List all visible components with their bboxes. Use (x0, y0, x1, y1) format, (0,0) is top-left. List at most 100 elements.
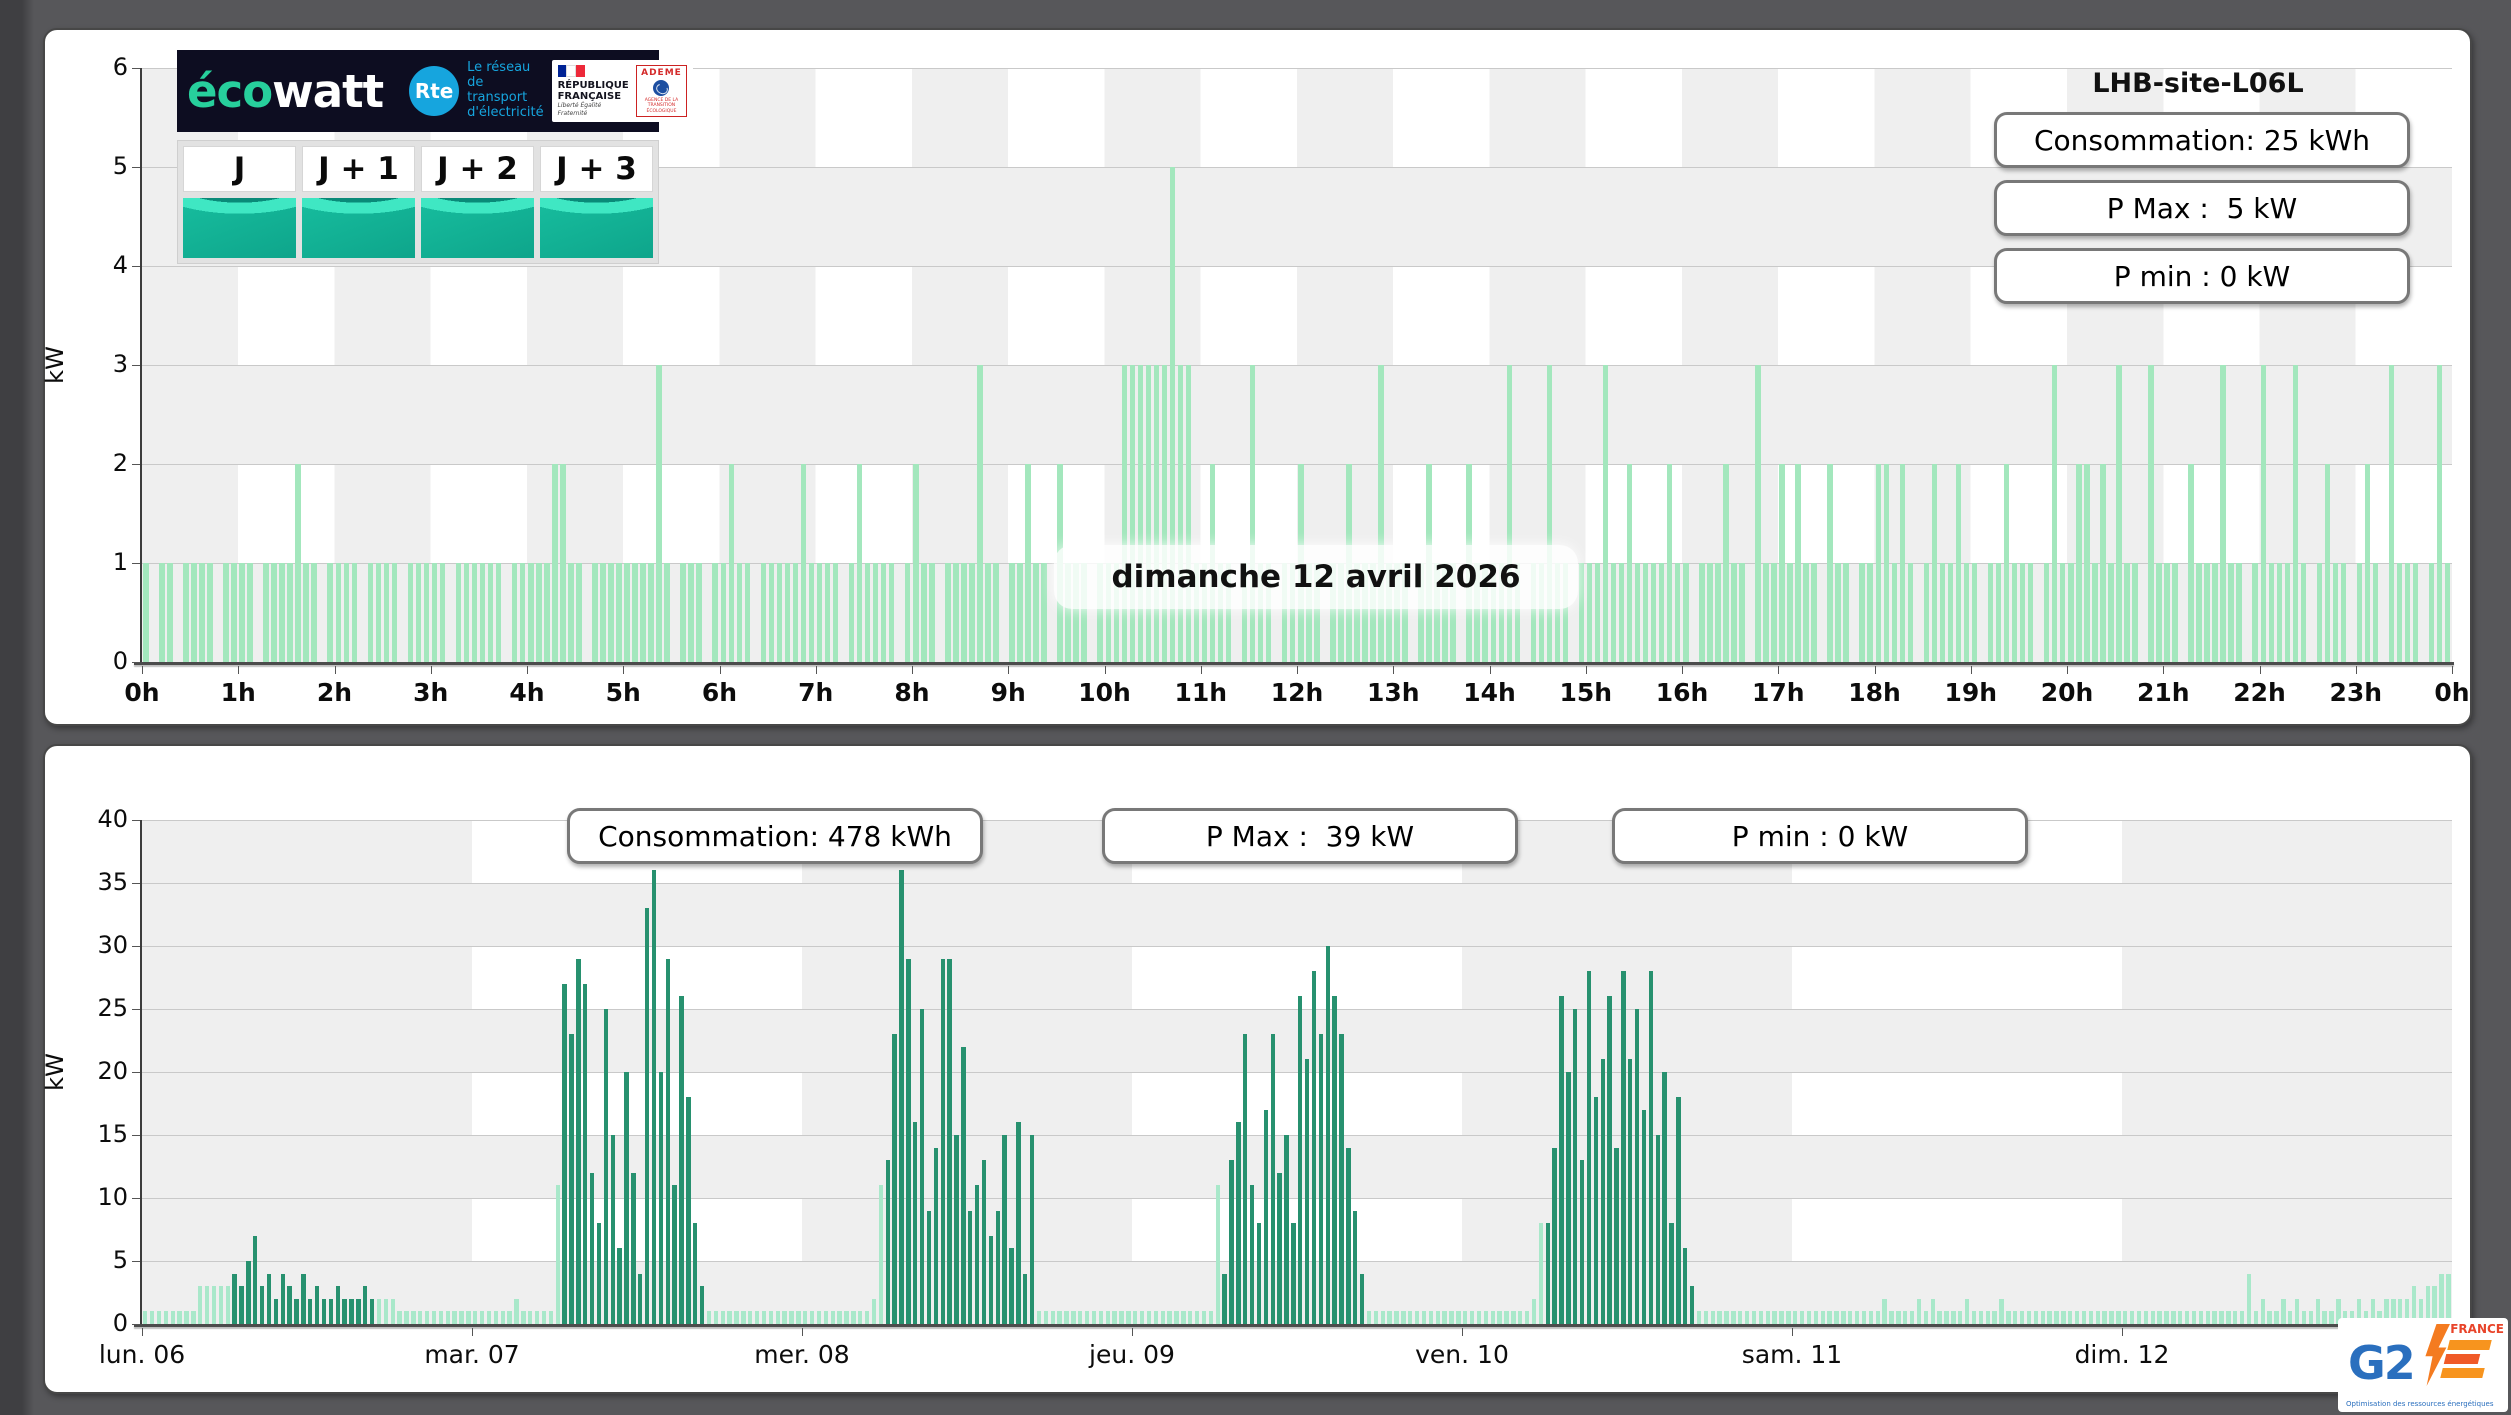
bar (686, 1097, 691, 1324)
y-tick (132, 1324, 140, 1325)
bar (1786, 1311, 1791, 1324)
x-tick-label: 5h (605, 678, 641, 707)
bar (2308, 1311, 2313, 1324)
bar (648, 563, 654, 662)
gridline (142, 1072, 2452, 1073)
bar (1002, 1135, 1007, 1324)
bar (1937, 1311, 1942, 1324)
bar (1552, 1147, 1557, 1324)
bar (945, 563, 951, 662)
bar (2226, 1311, 2231, 1324)
bar (640, 563, 646, 662)
plot-background-row (142, 365, 2452, 464)
x-tick (1585, 666, 1587, 674)
bar (1043, 1311, 1048, 1324)
bar (1428, 1311, 1433, 1324)
x-tick-label: 12h (1270, 678, 1324, 707)
bar (1971, 1311, 1977, 1324)
bar (1875, 1311, 1880, 1324)
x-tick (1489, 666, 1491, 674)
bar (1658, 563, 1665, 662)
bar (2123, 1311, 2128, 1324)
bar (1843, 563, 1849, 662)
bar (1573, 1009, 1578, 1324)
bar (1084, 1311, 1090, 1324)
bar (1827, 1311, 1832, 1324)
bar (1593, 1097, 1598, 1324)
x-tick-label: 10h (1078, 678, 1131, 707)
bar (2446, 1273, 2451, 1324)
bar (1304, 1059, 1310, 1324)
bar (1215, 1185, 1220, 1324)
bar (1731, 563, 1737, 662)
bar (327, 563, 333, 662)
y-tick-label: 0 (112, 647, 128, 675)
bar (2178, 1311, 2183, 1324)
bar (473, 1311, 478, 1324)
ademe-globe-icon (653, 79, 670, 96)
bar (1469, 1311, 1475, 1324)
bar (2233, 1311, 2238, 1324)
ecowatt-logo-eco: éco (187, 64, 273, 118)
x-tick (1297, 666, 1298, 674)
bar (369, 1298, 375, 1324)
bar (776, 563, 783, 662)
bar (1009, 563, 1015, 662)
day-button-j1[interactable]: J + 1 (302, 146, 415, 192)
day-button-j3[interactable]: J + 3 (540, 146, 653, 192)
bar (1985, 1311, 1990, 1324)
bar (1795, 464, 1801, 662)
bar (1146, 1311, 1152, 1324)
bar (311, 563, 317, 662)
bar (463, 563, 470, 662)
bar (589, 1172, 595, 1324)
bar (207, 563, 213, 662)
x-tick (1104, 666, 1106, 674)
bar (367, 563, 374, 662)
bar (159, 563, 165, 662)
bar (892, 1034, 897, 1324)
bar (720, 563, 727, 662)
bar (1208, 1311, 1213, 1324)
bar (2332, 563, 2339, 662)
bar (1923, 563, 1930, 662)
day-button-j[interactable]: J (183, 146, 296, 192)
bar (560, 464, 566, 662)
plot-background-row (142, 946, 2452, 1009)
bar (1497, 1311, 1502, 1324)
bar (2047, 1311, 2052, 1324)
x-tick-label: 18h (1848, 678, 1901, 707)
plot-background-row (142, 1135, 2452, 1198)
bar (308, 1298, 313, 1324)
y-tick (132, 167, 140, 168)
bar (1160, 1311, 1165, 1324)
x-tick-label: 23h (2329, 678, 2383, 707)
bar (1181, 1311, 1186, 1324)
bar (266, 1273, 272, 1324)
x-tick-label: 9h (990, 678, 1026, 707)
bar (699, 1286, 705, 1324)
bar (511, 563, 518, 662)
y-tick-label: 25 (97, 994, 128, 1022)
bar (981, 1160, 987, 1324)
bar (728, 464, 735, 662)
bar (603, 1009, 608, 1324)
bar (375, 563, 382, 662)
bar (744, 563, 751, 662)
x-tick (1200, 666, 1202, 674)
bar (1909, 1311, 1915, 1324)
bar (1793, 1311, 1798, 1324)
x-tick (2452, 666, 2453, 674)
bar (521, 1311, 526, 1324)
rte-logo: Rte (409, 66, 460, 116)
bar (246, 1261, 251, 1324)
y-axis (140, 68, 142, 662)
x-tick-label: 15h (1559, 678, 1613, 707)
bar (1739, 563, 1745, 662)
day-button-j2[interactable]: J + 2 (421, 146, 534, 192)
ecowatt-status-tile-j2 (421, 198, 534, 258)
x-tick (1874, 666, 1876, 674)
gridline (142, 946, 2452, 947)
bar (823, 1311, 828, 1324)
bar (2026, 1311, 2032, 1324)
